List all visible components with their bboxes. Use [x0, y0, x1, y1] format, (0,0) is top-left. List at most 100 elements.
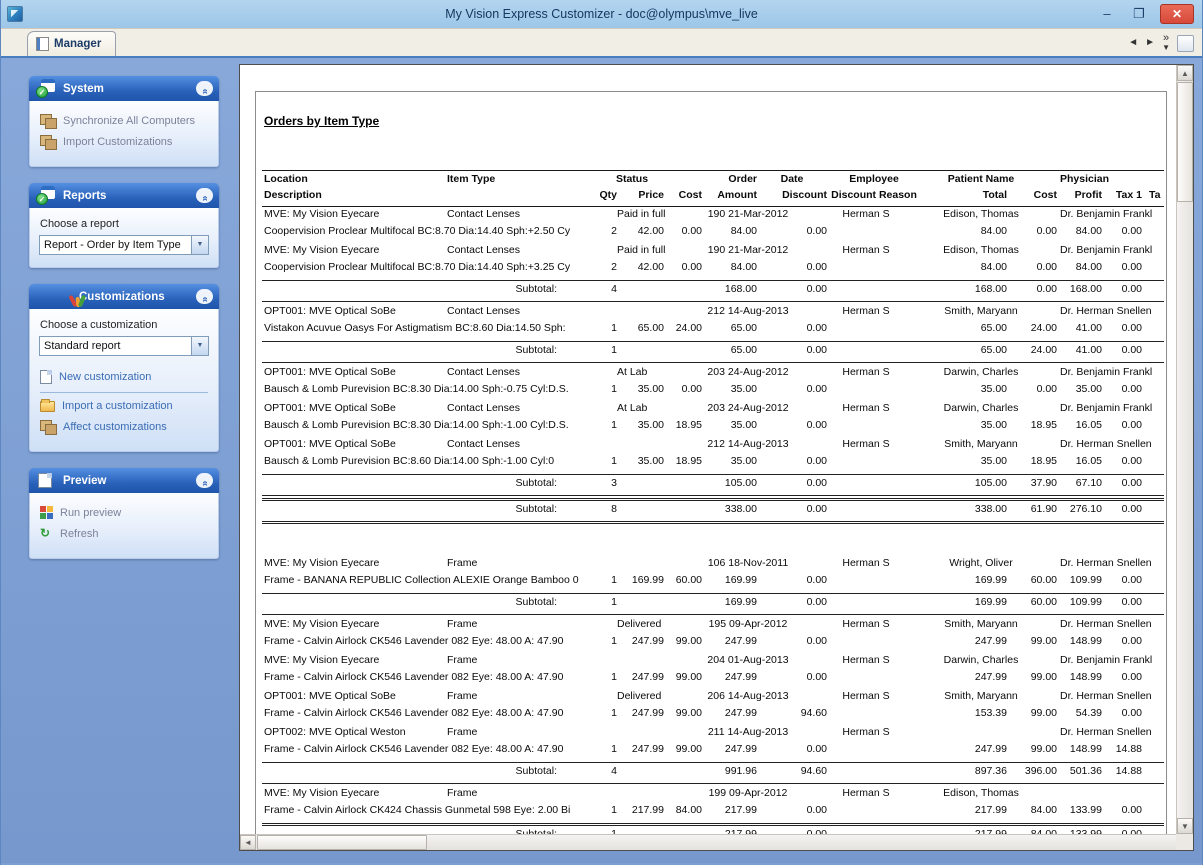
maximize-button[interactable]: ❐ [1128, 5, 1150, 23]
cell-amount: 84.00 [702, 225, 757, 237]
tab-scroll-left-icon[interactable]: ◄ [1128, 35, 1138, 51]
header-date: Date [757, 173, 827, 185]
cell-description: Coopervision Proclear Multifocal BC:8.70… [264, 225, 606, 237]
computers-icon [40, 420, 56, 433]
cell-price: 247.99 [617, 671, 664, 683]
cell-item-type: Frame [447, 787, 477, 799]
collapse-chevron-icon[interactable]: » [196, 81, 213, 96]
folder-icon [40, 401, 55, 412]
scroll-down-icon[interactable]: ▼ [1177, 818, 1193, 834]
cell-qty: 1 [587, 671, 617, 683]
cell-cost: 24.00 [1007, 344, 1057, 356]
report-row: MVE: My Vision Eyecare Frame Delivered 1… [262, 617, 1164, 653]
dropdown-arrow-icon[interactable]: ▼ [191, 236, 208, 254]
sidebar-item-import-a-customization[interactable]: Import a customization [40, 399, 210, 412]
cell-amount: 217.99 [702, 804, 757, 816]
cell-cost: 61.90 [1007, 503, 1057, 515]
header-qty: Qty [587, 189, 617, 201]
customizations-panel-icon [70, 293, 86, 307]
cell-item-type: Frame [447, 690, 477, 702]
cell-total: 105.00 [942, 477, 1007, 489]
cell-status: Delivered [617, 618, 661, 630]
cell-qty: 1 [587, 322, 617, 334]
collapse-chevron-icon[interactable]: » [196, 188, 213, 203]
cell-amount: 105.00 [702, 477, 757, 489]
tab-manager[interactable]: Manager [27, 31, 116, 56]
cell-location: OPT001: MVE Optical SoBe [264, 305, 396, 317]
report-dropdown[interactable]: Report - Order by Item Type ▼ [39, 235, 209, 255]
cell-cost: 396.00 [1007, 765, 1057, 777]
reports-panel-icon: ✓ [36, 186, 55, 205]
panel-reports-header[interactable]: ✓ Reports » [29, 183, 219, 208]
cell-employee: Herman S [827, 690, 905, 702]
cell-profit: 109.99 [1057, 574, 1102, 586]
cell-location: MVE: My Vision Eyecare [264, 557, 379, 569]
report-title: Orders by Item Type [264, 114, 1160, 128]
sidebar-item-import-customizations[interactable]: Import Customizations [40, 135, 210, 148]
tab-menu-icon[interactable]: »▼ [1162, 34, 1170, 52]
header-tax1: Tax 1 [1100, 189, 1142, 201]
cell-physician: Dr. Herman Snellen [1060, 690, 1164, 702]
panel-preview-header[interactable]: Preview » [29, 468, 219, 493]
cell-amount: 247.99 [702, 635, 757, 647]
subtotal-label: Subtotal: [442, 596, 557, 608]
cell-location: OPT001: MVE Optical SoBe [264, 402, 396, 414]
header-cost2: Cost [1007, 189, 1057, 201]
cell-order-date: 212 14-Aug-2013 [687, 438, 809, 450]
cell-item-type: Contact Lenses [447, 305, 520, 317]
cell-employee: Herman S [827, 618, 905, 630]
horizontal-scrollbar[interactable]: ◄ ► [240, 834, 1193, 850]
header-item-type: Item Type [447, 173, 495, 185]
sidebar-item-synchronize-all-computers[interactable]: Synchronize All Computers [40, 114, 210, 127]
panel-system: ✓ System » Synchronize All Computers Imp… [29, 76, 219, 167]
cell-item-type: Contact Lenses [447, 402, 520, 414]
cell-cost2: 0.00 [1007, 261, 1057, 273]
cell-cost: 0.00 [1007, 283, 1057, 295]
cell-tax1: 0.00 [1100, 707, 1142, 719]
scroll-left-icon[interactable]: ◄ [240, 835, 256, 850]
cell-total: 65.00 [942, 344, 1007, 356]
sidebar-item-refresh[interactable]: ↻ Refresh [40, 527, 210, 540]
panel-reports-title: Reports [63, 190, 106, 202]
cell-tax1: 0.00 [1100, 635, 1142, 647]
cell-location: OPT001: MVE Optical SoBe [264, 366, 396, 378]
header-cost: Cost [661, 189, 702, 201]
collapse-chevron-icon[interactable]: » [196, 289, 213, 304]
cell-order-date: 199 09-Apr-2012 [687, 787, 809, 799]
vertical-scrollbar[interactable]: ▲ ▼ [1176, 65, 1193, 834]
customization-dropdown[interactable]: Standard report ▼ [39, 336, 209, 356]
cell-total: 168.00 [942, 283, 1007, 295]
close-button[interactable]: ✕ [1160, 4, 1194, 24]
sidebar-item-affect-customizations[interactable]: Affect customizations [40, 420, 210, 433]
run-preview-icon [40, 506, 53, 519]
cell-price: 35.00 [617, 455, 664, 467]
cell-cost2: 24.00 [1007, 322, 1057, 334]
dropdown-arrow-icon[interactable]: ▼ [191, 337, 208, 355]
cell-patient: Smith, Maryann [905, 618, 1057, 630]
report-row: MVE: My Vision Eyecare Contact Lenses Pa… [262, 207, 1164, 243]
panel-system-header[interactable]: ✓ System » [29, 76, 219, 101]
panel-customizations-header[interactable]: Customizations » [29, 284, 219, 309]
subtotal-label: Subtotal: [442, 344, 557, 356]
vertical-scroll-thumb[interactable] [1177, 82, 1193, 202]
cell-patient: Smith, Maryann [905, 690, 1057, 702]
cell-qty: 1 [587, 743, 617, 755]
cell-price: 35.00 [617, 419, 664, 431]
cell-tax1: 0.00 [1100, 322, 1142, 334]
cell-employee: Herman S [827, 438, 905, 450]
sidebar-item-new-customization[interactable]: New customization [40, 370, 210, 384]
horizontal-scroll-thumb[interactable] [257, 835, 427, 850]
collapse-chevron-icon[interactable]: » [196, 473, 213, 488]
minimize-button[interactable]: – [1096, 5, 1118, 23]
system-panel-icon: ✓ [36, 79, 55, 98]
cell-cost: 99.00 [661, 743, 702, 755]
tab-scroll-right-icon[interactable]: ► [1145, 35, 1155, 51]
cell-total: 247.99 [942, 635, 1007, 647]
sidebar-item-run-preview[interactable]: Run preview [40, 506, 210, 519]
cell-total: 84.00 [942, 261, 1007, 273]
cell-patient: Wright, Oliver [905, 557, 1057, 569]
tab-page-button[interactable] [1177, 35, 1194, 52]
scroll-up-icon[interactable]: ▲ [1177, 65, 1193, 81]
cell-item-type: Frame [447, 557, 477, 569]
cell-description: Frame - Calvin Airlock CK546 Lavender 08… [264, 635, 606, 647]
